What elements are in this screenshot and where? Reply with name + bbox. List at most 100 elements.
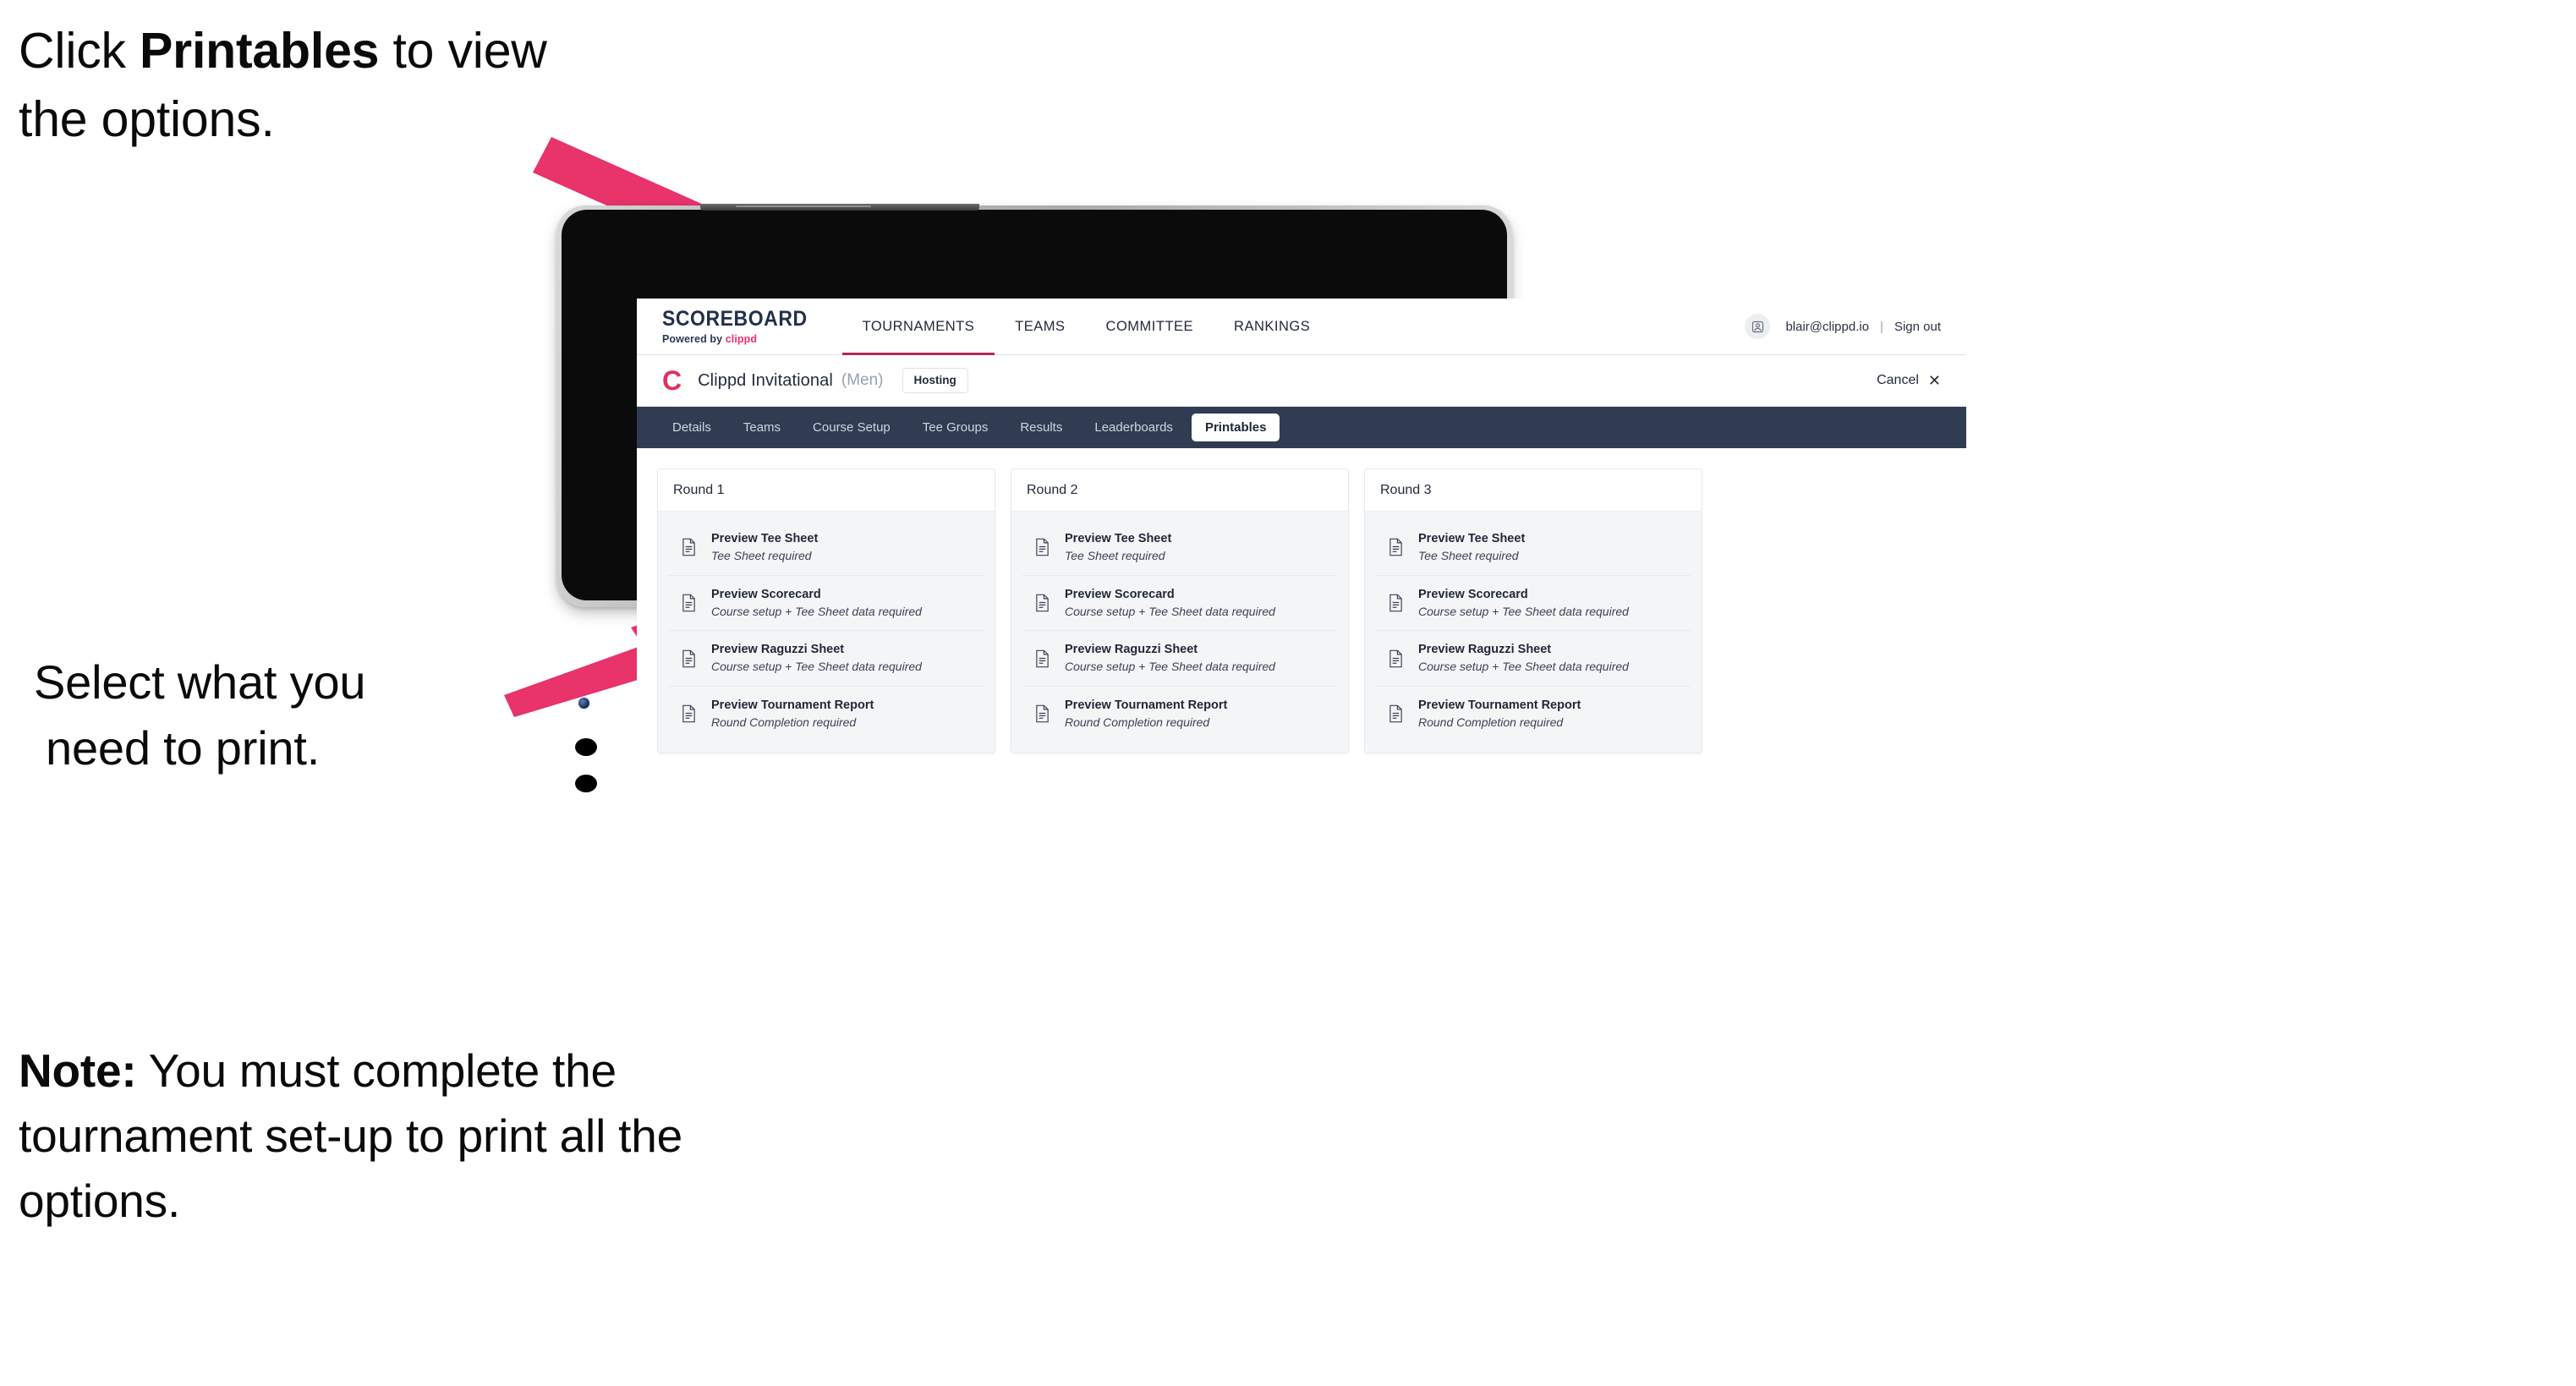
document-icon (679, 704, 698, 724)
list-item-requirement: Course setup + Tee Sheet data required (711, 660, 922, 674)
cancel-button[interactable]: Cancel ✕ (1877, 373, 1941, 388)
round-column-3: Round 3 Preview Tee Sheet Tee Sheet requ… (1364, 468, 1702, 753)
tab-leaderboards[interactable]: Leaderboards (1081, 414, 1187, 441)
annotation-step-2-line2: need to print. (46, 721, 321, 775)
account-area: blair@clippd.io | Sign out (1745, 299, 1966, 354)
annotation-step-2-line1: Select what you (34, 655, 366, 709)
document-icon (1386, 704, 1405, 724)
list-item-title: Preview Tee Sheet (711, 532, 819, 545)
tablet-screen: SCOREBOARD Powered by clippd TOURNAMENTS… (637, 299, 1966, 1087)
list-item-text: Preview Tournament Report Round Completi… (711, 698, 874, 730)
cancel-button-label: Cancel (1877, 373, 1919, 387)
tablet-side-button-upper[interactable] (575, 738, 597, 756)
list-item[interactable]: Preview Scorecard Course setup + Tee She… (1022, 575, 1337, 632)
list-item[interactable]: Preview Tee Sheet Tee Sheet required (669, 520, 984, 576)
tab-course-setup[interactable]: Course Setup (799, 414, 904, 441)
list-item-title: Preview Tournament Report (711, 698, 874, 712)
list-item-requirement: Course setup + Tee Sheet data required (1418, 604, 1629, 618)
tab-printables[interactable]: Printables (1191, 414, 1280, 441)
tab-results[interactable]: Results (1006, 414, 1076, 441)
user-avatar-icon[interactable] (1745, 314, 1771, 339)
nav-item-committee[interactable]: COMMITTEE (1086, 299, 1214, 354)
list-item-title: Preview Tee Sheet (1418, 532, 1526, 545)
screenshot-canvas: Click Printables to view the options. Se… (0, 0, 2576, 1386)
list-item-text: Preview Tee Sheet Tee Sheet required (1065, 532, 1171, 563)
list-item[interactable]: Preview Raguzzi Sheet Course setup + Tee… (669, 631, 984, 687)
section-tabs: Details Teams Course Setup Tee Groups Re… (637, 407, 1966, 448)
list-item-requirement: Tee Sheet required (1065, 549, 1165, 563)
list-item[interactable]: Preview Tee Sheet Tee Sheet required (1022, 520, 1337, 576)
brand-tagline-prefix: Powered by (662, 332, 726, 345)
list-item-text: Preview Raguzzi Sheet Course setup + Tee… (1418, 643, 1629, 674)
list-item-requirement: Course setup + Tee Sheet data required (1065, 604, 1275, 618)
list-item-text: Preview Tournament Report Round Completi… (1065, 698, 1227, 730)
list-item-text: Preview Tee Sheet Tee Sheet required (1418, 532, 1525, 563)
annotation-step-1-pre: Click (19, 23, 140, 79)
nav-item-teams[interactable]: TEAMS (995, 299, 1085, 354)
list-item-title: Preview Raguzzi Sheet (711, 643, 845, 657)
round-1-items: Preview Tee Sheet Tee Sheet required Pre… (658, 512, 995, 753)
tournament-header: C Clippd Invitational (Men) Hosting Canc… (637, 355, 1966, 407)
tablet-side-button-lower[interactable] (575, 775, 597, 792)
list-item-text: Preview Raguzzi Sheet Course setup + Tee… (711, 643, 922, 674)
brand-tagline: Powered by clippd (662, 334, 820, 345)
list-item-title: Preview Tournament Report (1418, 698, 1581, 712)
list-item-requirement: Course setup + Tee Sheet data required (711, 604, 922, 618)
document-icon (1033, 649, 1051, 669)
nav-item-teams-label: TEAMS (1015, 318, 1066, 334)
account-separator: | (1880, 319, 1883, 334)
tab-details[interactable]: Details (659, 414, 725, 441)
document-icon (679, 649, 698, 669)
tab-tee-groups-label: Tee Groups (922, 420, 989, 435)
document-icon (1033, 593, 1051, 613)
nav-item-tournaments-label: TOURNAMENTS (862, 318, 975, 334)
annotation-step-1: Click Printables to view the options. (19, 17, 577, 155)
brand-logo[interactable]: SCOREBOARD Powered by clippd (637, 299, 842, 354)
round-3-items: Preview Tee Sheet Tee Sheet required Pre… (1365, 512, 1702, 753)
round-1-title: Round 1 (658, 469, 995, 512)
clippd-logo-icon: C (662, 365, 682, 396)
list-item[interactable]: Preview Scorecard Course setup + Tee She… (669, 575, 984, 632)
close-icon: ✕ (1927, 372, 1941, 389)
front-camera-icon (578, 698, 589, 709)
list-item[interactable]: Preview Tee Sheet Tee Sheet required (1376, 520, 1691, 576)
list-item-title: Preview Scorecard (1065, 587, 1175, 601)
list-item[interactable]: Preview Scorecard Course setup + Tee She… (1376, 575, 1691, 632)
primary-nav: TOURNAMENTS TEAMS COMMITTEE RANKINGS (841, 299, 1331, 355)
list-item[interactable]: Preview Tournament Report Round Completi… (669, 686, 984, 742)
list-item[interactable]: Preview Raguzzi Sheet Course setup + Tee… (1376, 631, 1691, 687)
tab-tee-groups[interactable]: Tee Groups (909, 414, 1002, 441)
user-email: blair@clippd.io (1785, 319, 1870, 334)
document-icon (1386, 593, 1405, 613)
round-column-2: Round 2 Preview Tee Sheet Tee Sheet requ… (1011, 468, 1349, 753)
nav-item-committee-label: COMMITTEE (1105, 318, 1194, 334)
tournament-gender: (Men) (841, 371, 884, 389)
list-item[interactable]: Preview Tournament Report Round Completi… (1022, 686, 1337, 742)
tab-leaderboards-label: Leaderboards (1094, 420, 1173, 435)
tab-teams[interactable]: Teams (730, 414, 794, 441)
document-icon (1386, 649, 1405, 669)
annotation-note: Note: You must complete the tournament s… (19, 1038, 695, 1234)
list-item-title: Preview Scorecard (711, 587, 821, 601)
brand-wordmark: SCOREBOARD (662, 306, 808, 331)
list-item[interactable]: Preview Raguzzi Sheet Course setup + Tee… (1022, 631, 1337, 687)
app-top-bar: SCOREBOARD Powered by clippd TOURNAMENTS… (637, 299, 1966, 355)
document-icon (679, 593, 698, 613)
tab-results-label: Results (1020, 420, 1063, 435)
list-item-text: Preview Tee Sheet Tee Sheet required (711, 532, 818, 563)
tab-teams-label: Teams (743, 420, 781, 435)
list-item[interactable]: Preview Tournament Report Round Completi… (1376, 686, 1691, 742)
sign-out-link[interactable]: Sign out (1894, 320, 1941, 334)
round-2-items: Preview Tee Sheet Tee Sheet required Pre… (1011, 512, 1348, 753)
list-item-text: Preview Raguzzi Sheet Course setup + Tee… (1065, 643, 1275, 674)
nav-item-rankings[interactable]: RANKINGS (1214, 299, 1330, 354)
round-2-title: Round 2 (1011, 469, 1348, 512)
scoreboard-app: SCOREBOARD Powered by clippd TOURNAMENTS… (637, 299, 1966, 1087)
list-item-text: Preview Tournament Report Round Completi… (1418, 698, 1581, 730)
tab-details-label: Details (672, 420, 711, 435)
nav-item-tournaments[interactable]: TOURNAMENTS (841, 299, 995, 355)
tablet-device: SCOREBOARD Powered by clippd TOURNAMENTS… (556, 204, 1966, 1087)
list-item-title: Preview Tournament Report (1065, 698, 1228, 712)
document-icon (1386, 537, 1405, 557)
list-item-title: Preview Scorecard (1418, 587, 1528, 601)
